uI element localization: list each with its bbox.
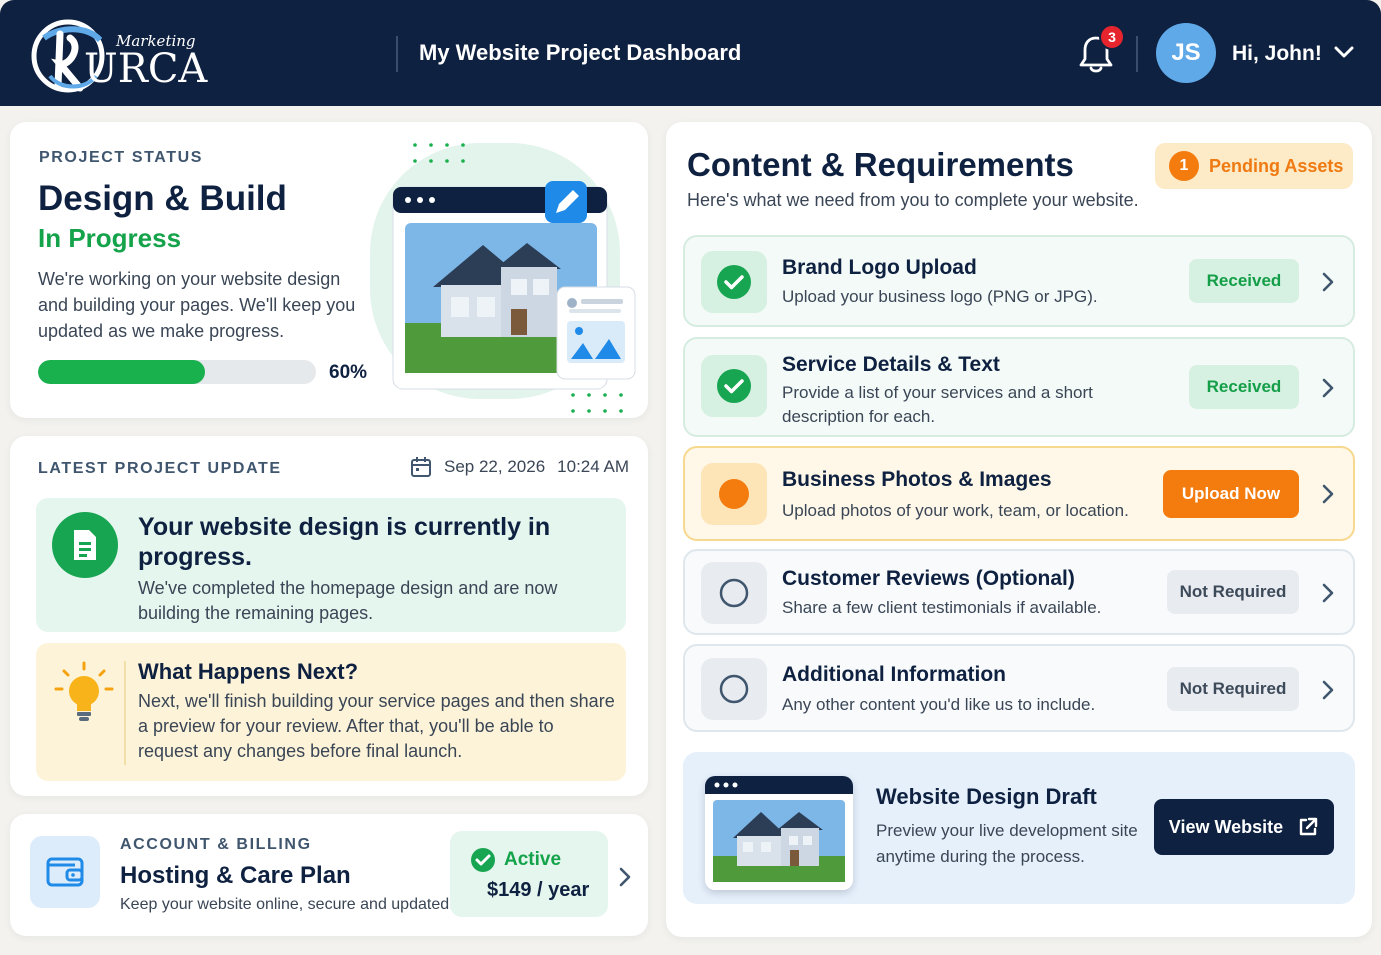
status-badge: Received	[1189, 365, 1299, 409]
external-link-icon	[1299, 817, 1318, 836]
draft-title: Website Design Draft	[876, 784, 1097, 809]
requirement-description: Provide a list of your services and a sh…	[782, 383, 1093, 426]
requirement-item[interactable]: Business Photos & Images Upload photos o…	[683, 446, 1355, 541]
chevron-right-icon[interactable]	[1321, 271, 1335, 293]
empty-circle-icon	[701, 562, 767, 624]
requirement-description: Share a few client testimonials if avail…	[782, 598, 1102, 617]
check-circle-icon	[701, 251, 767, 313]
status-badge: Received	[1189, 259, 1299, 303]
status-badge: Not Required	[1167, 667, 1299, 711]
update-time: 10:24 AM	[557, 457, 629, 476]
plan-title: Hosting & Care Plan	[120, 862, 351, 889]
chevron-down-icon[interactable]	[1333, 44, 1355, 60]
pending-count: 1	[1169, 151, 1199, 181]
content-requirements-card: Content & Requirements Here's what we ne…	[666, 122, 1372, 937]
billing-card[interactable]: ACCOUNT & BILLING Hosting & Care Plan Ke…	[10, 814, 648, 936]
requirement-item[interactable]: Brand Logo Upload Upload your business l…	[683, 235, 1355, 327]
document-icon	[52, 512, 118, 578]
website-mockup-illustration	[370, 143, 636, 413]
requirement-description: Upload photos of your work, team, or loc…	[782, 501, 1129, 520]
logo-wordmark: URCA	[84, 46, 208, 92]
plan-status-text: Active	[504, 849, 562, 870]
requirement-title: Additional Information	[782, 663, 1006, 686]
progress-bar	[38, 360, 316, 384]
next-steps-divider	[124, 661, 126, 765]
wallet-icon	[30, 836, 100, 908]
plan-status-box: Active $149 / year	[450, 831, 608, 917]
draft-description: Preview your live development site anyti…	[876, 821, 1138, 866]
project-status-label: PROJECT STATUS	[39, 149, 204, 166]
update-title: Your website design is currently in prog…	[138, 513, 551, 571]
status-badge: Not Required	[1167, 570, 1299, 614]
notification-count-badge: 3	[1099, 24, 1125, 50]
project-status-text: In Progress	[38, 223, 182, 253]
pending-assets-badge[interactable]: 1 Pending Assets	[1155, 143, 1353, 189]
requirement-title: Brand Logo Upload	[782, 256, 977, 279]
project-phase-title: Design & Build	[38, 179, 287, 218]
view-website-button[interactable]: View Website	[1154, 799, 1334, 855]
latest-update-label: LATEST PROJECT UPDATE	[38, 460, 282, 477]
user-greeting[interactable]: Hi, John!	[1232, 42, 1322, 66]
update-date: Sep 22, 2026	[444, 457, 546, 476]
upload-now-button[interactable]: Upload Now	[1163, 470, 1299, 518]
requirement-item[interactable]: Customer Reviews (Optional) Share a few …	[683, 549, 1355, 635]
view-website-label: View Website	[1168, 816, 1284, 837]
next-steps-box: What Happens Next? Next, we'll finish bu…	[36, 643, 626, 781]
header-divider	[1136, 36, 1138, 72]
chevron-right-icon[interactable]	[1321, 582, 1335, 604]
plan-description: Keep your website online, secure and upd…	[120, 896, 454, 913]
top-header-bar: Marketing URCA My Website Project Dashbo…	[0, 0, 1381, 106]
requirement-title: Business Photos & Images	[782, 468, 1052, 491]
check-circle-icon	[471, 848, 495, 872]
lightbulb-icon	[54, 661, 114, 721]
next-steps-description: Next, we'll finish building your service…	[138, 691, 615, 761]
requirement-description: Any other content you'd like us to inclu…	[782, 695, 1096, 714]
content-title: Content & Requirements	[687, 146, 1074, 183]
chevron-right-icon[interactable]	[1321, 679, 1335, 701]
draft-preview-thumbnail[interactable]	[705, 776, 853, 890]
progress-bar-fill	[38, 360, 205, 384]
content-subtitle: Here's what we need from you to complete…	[687, 190, 1139, 210]
chevron-right-icon[interactable]	[1321, 483, 1335, 505]
requirement-item[interactable]: Additional Information Any other content…	[683, 644, 1355, 732]
next-steps-title: What Happens Next?	[138, 659, 359, 684]
chevron-right-icon[interactable]	[1321, 377, 1335, 399]
user-avatar[interactable]: JS	[1156, 23, 1216, 83]
plan-status: Active	[470, 847, 561, 873]
requirement-title: Customer Reviews (Optional)	[782, 567, 1075, 590]
pending-dot-icon	[701, 463, 767, 525]
progress-percent: 60%	[329, 362, 368, 383]
project-status-card: PROJECT STATUS Design & Build In Progres…	[10, 122, 648, 418]
update-message-box: Your website design is currently in prog…	[36, 498, 626, 632]
dashboard-title: My Website Project Dashboard	[419, 40, 742, 65]
chevron-right-icon[interactable]	[618, 866, 632, 888]
header-divider	[396, 36, 398, 72]
update-description: We've completed the homepage design and …	[138, 578, 558, 623]
calendar-icon	[411, 457, 431, 477]
company-logo[interactable]: Marketing URCA	[30, 16, 220, 94]
check-circle-icon	[701, 355, 767, 417]
requirement-title: Service Details & Text	[782, 353, 1000, 376]
update-timestamp: Sep 22, 2026 10:24 AM	[410, 456, 629, 478]
plan-price: $149 / year	[487, 879, 590, 901]
latest-update-card: LATEST PROJECT UPDATE Sep 22, 2026 10:24…	[10, 436, 648, 796]
billing-label: ACCOUNT & BILLING	[120, 836, 312, 853]
pending-label: Pending Assets	[1209, 155, 1344, 176]
empty-circle-icon	[701, 658, 767, 720]
requirement-description: Upload your business logo (PNG or JPG).	[782, 287, 1098, 306]
requirement-item[interactable]: Service Details & Text Provide a list of…	[683, 337, 1355, 437]
project-status-description: We're working on your website design and…	[38, 269, 356, 341]
website-draft-panel: Website Design Draft Preview your live d…	[683, 752, 1355, 904]
